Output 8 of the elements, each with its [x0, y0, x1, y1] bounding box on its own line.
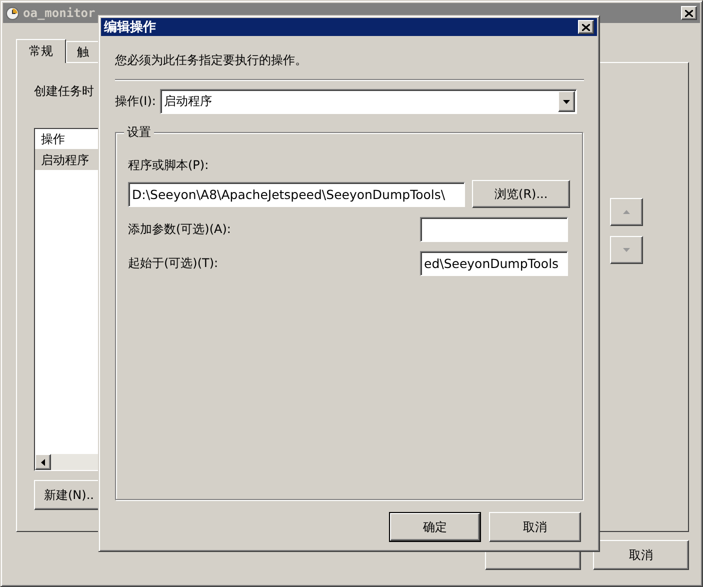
field-label: 添加参数(可选)(A):: [128, 221, 231, 238]
field-label: 操作(I):: [115, 93, 156, 110]
instruction-text: 您必须为此任务指定要执行的操作。: [115, 52, 308, 68]
field-label: 起始于(可选)(T):: [128, 255, 218, 272]
window-title: oa_monitor: [23, 6, 96, 20]
field-label: 程序或脚本(P):: [128, 157, 210, 174]
dialog-title: 编辑操作: [104, 18, 157, 36]
description-text: 创建任务时: [34, 83, 95, 100]
